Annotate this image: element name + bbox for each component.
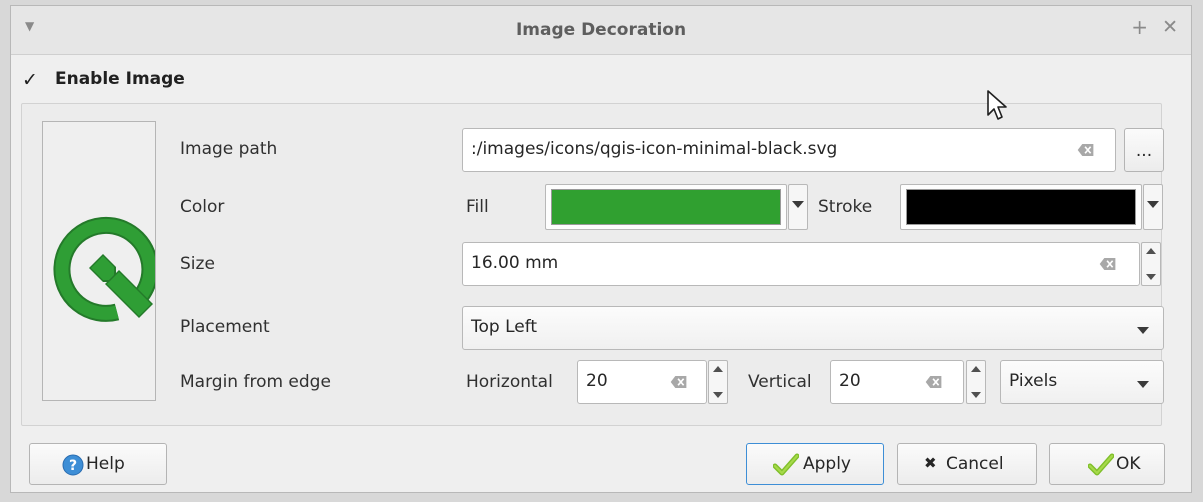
ok-label: OK — [1116, 454, 1141, 474]
image-path-input[interactable]: :/images/icons/qgis-icon-minimal-black.s… — [462, 128, 1116, 172]
checkmark-icon — [773, 453, 799, 476]
horizontal-label: Horizontal — [466, 372, 553, 392]
chevron-down-icon — [792, 201, 804, 208]
cancel-button[interactable]: ✖ Cancel — [897, 443, 1037, 485]
spin-down-icon[interactable] — [1146, 274, 1156, 280]
size-label: Size — [180, 254, 215, 274]
image-preview — [42, 121, 156, 401]
browse-button[interactable]: ... — [1124, 128, 1164, 172]
placement-label: Placement — [180, 317, 270, 337]
svg-text:?: ? — [69, 458, 77, 474]
help-button[interactable]: ? Help — [29, 443, 167, 485]
help-label: Help — [86, 454, 125, 474]
chevron-down-icon — [1137, 381, 1149, 388]
margin-unit-combobox[interactable]: Pixels — [1000, 360, 1164, 404]
stroke-color-button[interactable] — [900, 184, 1142, 230]
placement-value: Top Left — [471, 317, 538, 337]
vertical-margin-spinner[interactable] — [966, 360, 986, 404]
cancel-label: Cancel — [946, 454, 1004, 474]
color-label: Color — [180, 197, 225, 217]
spin-up-icon[interactable] — [713, 366, 723, 372]
help-icon: ? — [62, 454, 84, 476]
image-path-label: Image path — [180, 139, 278, 159]
stroke-label: Stroke — [818, 197, 873, 217]
spin-down-icon[interactable] — [713, 392, 723, 398]
ok-button[interactable]: OK — [1049, 443, 1165, 485]
clear-icon[interactable] — [1099, 258, 1117, 270]
stroke-color-dropdown[interactable] — [1143, 184, 1163, 230]
fill-color-dropdown[interactable] — [788, 184, 808, 230]
vertical-label: Vertical — [748, 372, 812, 392]
clear-icon[interactable] — [1077, 144, 1095, 156]
spin-up-icon[interactable] — [1146, 248, 1156, 254]
spin-down-icon[interactable] — [971, 392, 981, 398]
maximize-icon[interactable]: + — [1131, 15, 1148, 39]
clear-icon[interactable] — [925, 376, 943, 388]
chevron-down-icon — [1147, 201, 1159, 208]
image-path-value: :/images/icons/qgis-icon-minimal-black.s… — [471, 139, 838, 159]
enable-image-checkbox[interactable]: ✓ — [22, 70, 42, 90]
checkmark-icon — [1088, 453, 1114, 476]
size-value: 16.00 mm — [471, 253, 559, 273]
enable-image-label[interactable]: Enable Image — [55, 69, 185, 89]
mouse-cursor-icon — [987, 90, 1007, 120]
chevron-down-icon — [1137, 327, 1149, 334]
fill-label: Fill — [466, 197, 489, 217]
margin-unit-value: Pixels — [1009, 371, 1058, 391]
fill-color-button[interactable] — [545, 184, 787, 230]
vertical-margin-input[interactable]: 20 — [830, 360, 964, 404]
apply-label: Apply — [803, 454, 851, 474]
spin-up-icon[interactable] — [971, 366, 981, 372]
cancel-x-icon: ✖ — [924, 454, 937, 472]
apply-button[interactable]: Apply — [746, 443, 884, 485]
horizontal-margin-input[interactable]: 20 — [577, 360, 707, 404]
size-spinner[interactable] — [1141, 242, 1161, 286]
qgis-logo-icon — [53, 216, 155, 322]
title-bar: ▼ Image Decoration + ✕ — [11, 6, 1191, 55]
placement-combobox[interactable]: Top Left — [462, 306, 1164, 350]
clear-icon[interactable] — [670, 376, 688, 388]
fill-color-swatch — [551, 189, 781, 225]
margin-label: Margin from edge — [180, 372, 331, 392]
close-icon[interactable]: ✕ — [1162, 16, 1178, 38]
stroke-color-swatch — [906, 189, 1136, 225]
vertical-margin-value: 20 — [839, 371, 861, 391]
size-input[interactable]: 16.00 mm — [462, 242, 1140, 286]
window-title: Image Decoration — [515, 20, 687, 40]
horizontal-margin-value: 20 — [586, 371, 608, 391]
horizontal-margin-spinner[interactable] — [708, 360, 728, 404]
